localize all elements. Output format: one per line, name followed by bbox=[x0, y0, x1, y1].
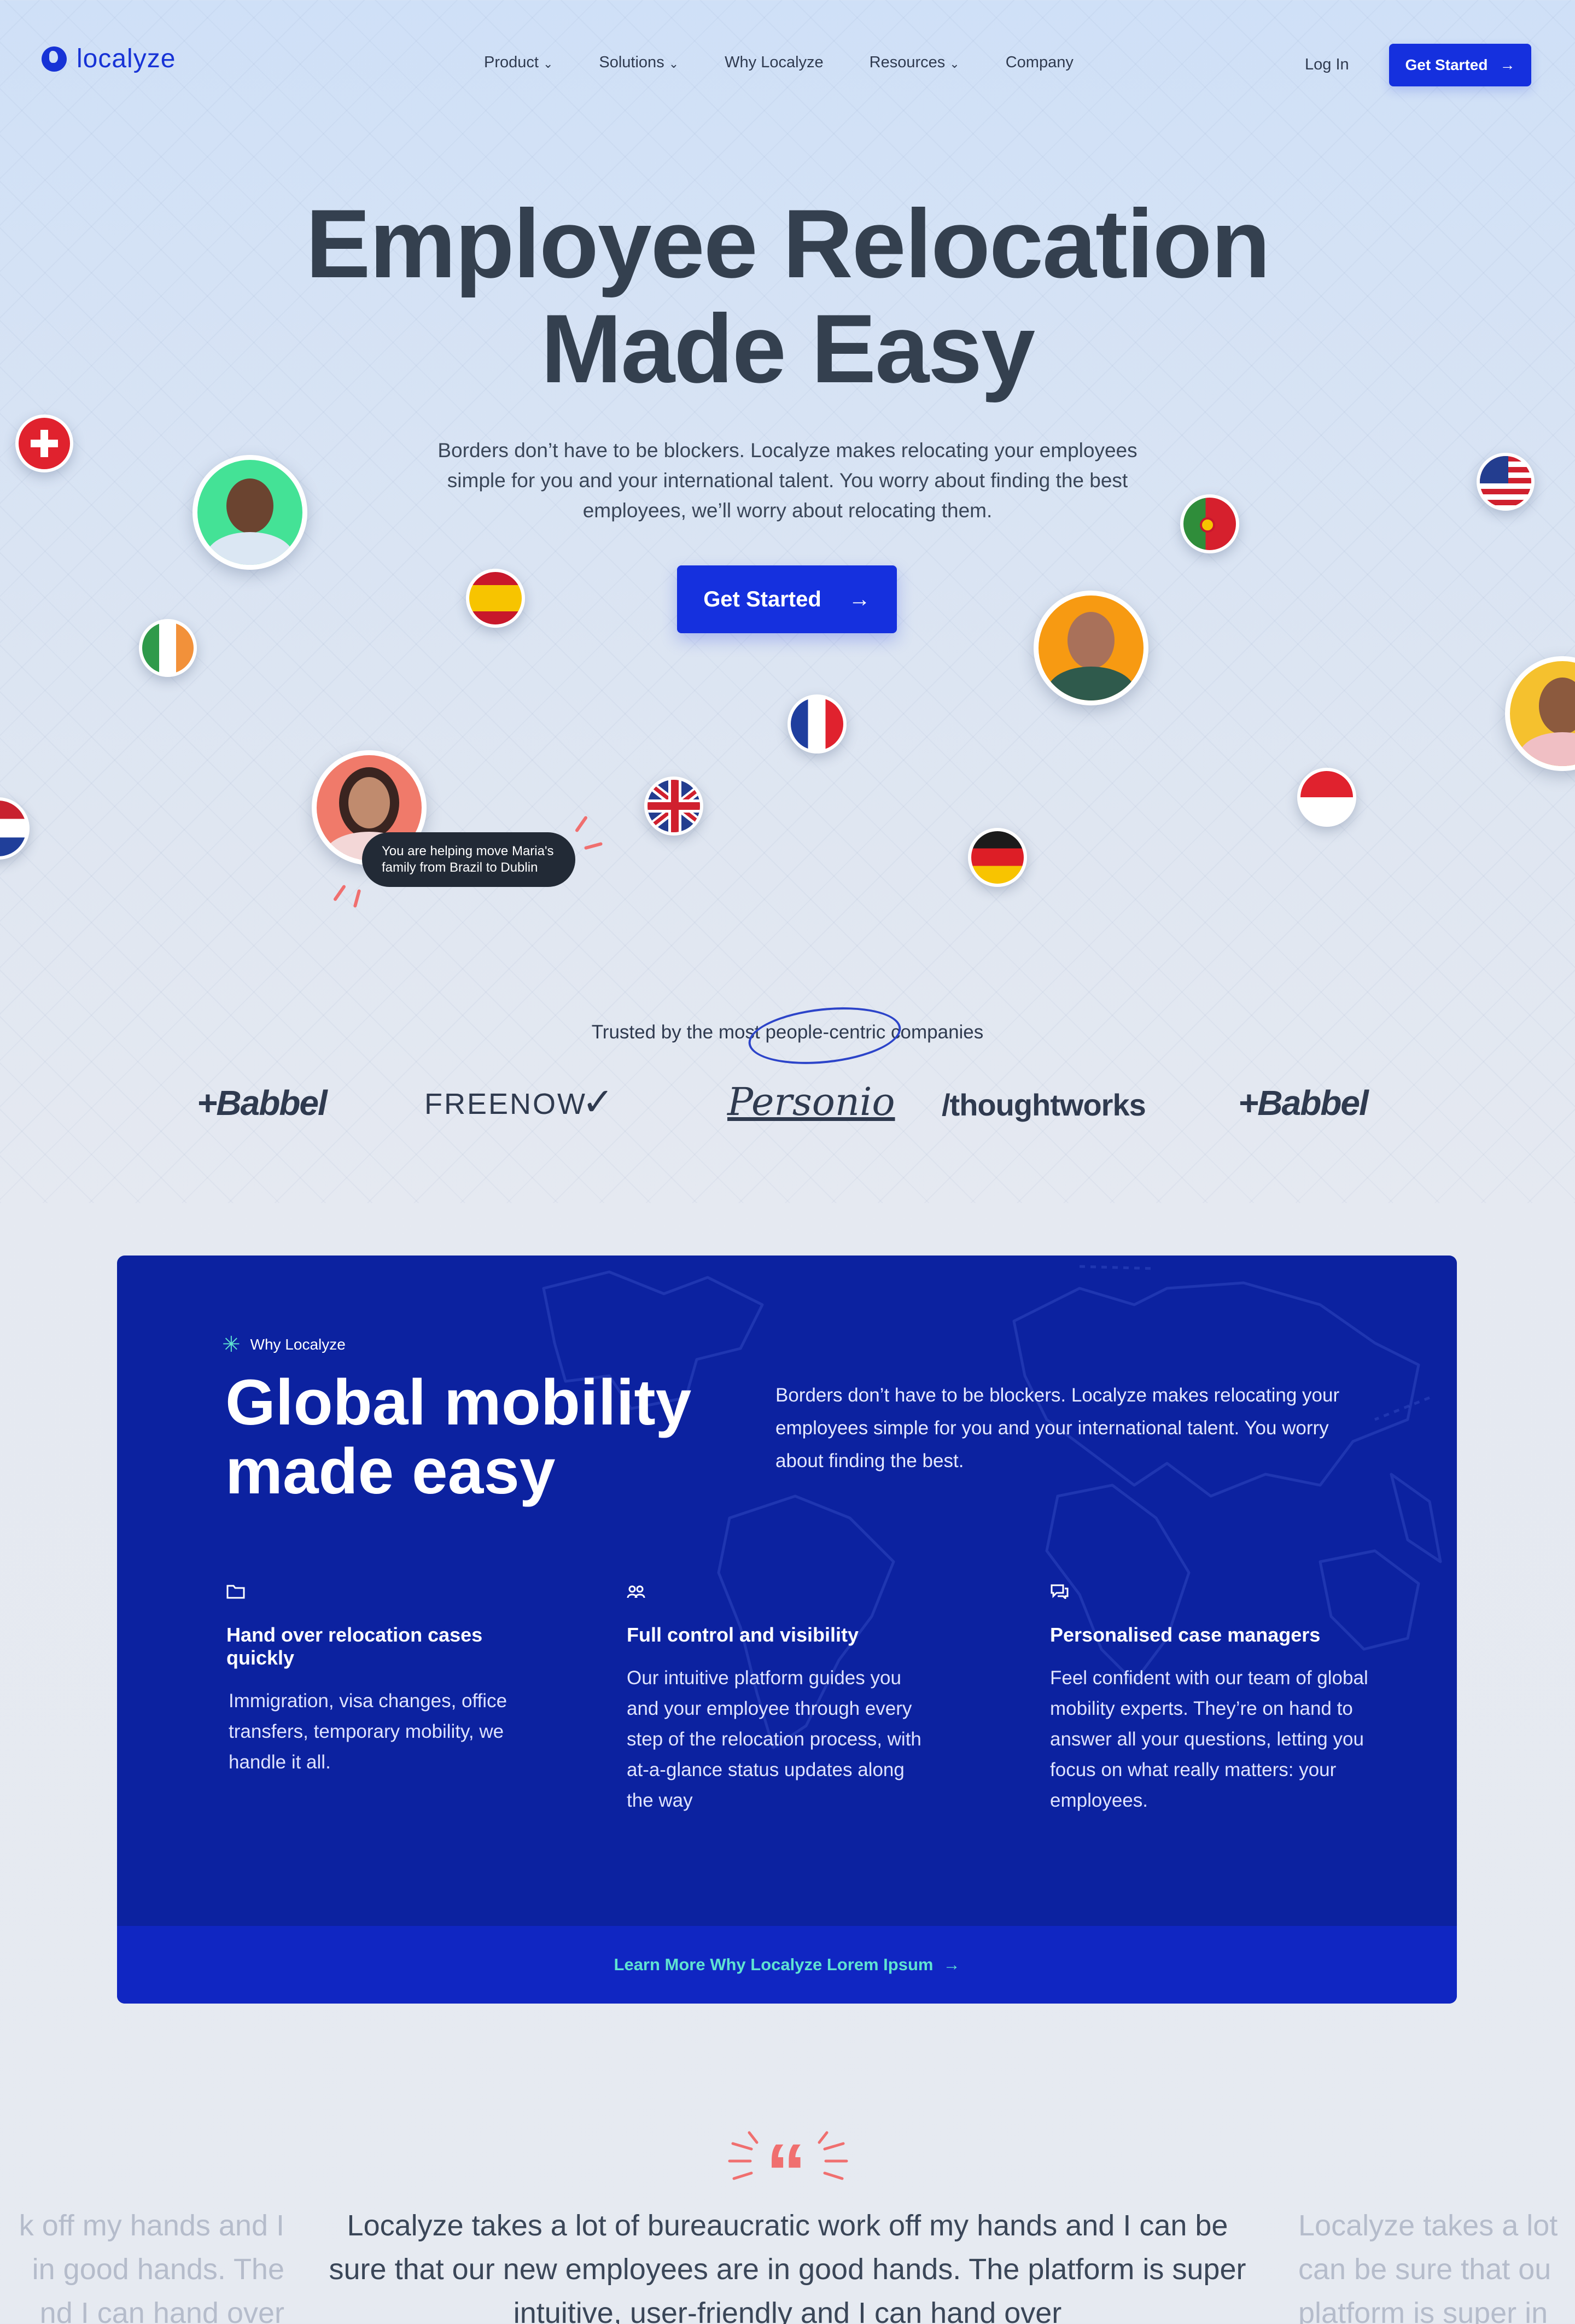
get-started-nav-button[interactable]: Get Started → bbox=[1389, 44, 1531, 86]
avatar-woman-yellow bbox=[1505, 656, 1575, 771]
flag-france-icon bbox=[788, 694, 847, 754]
hero-title-line-2: Made Easy bbox=[540, 294, 1035, 403]
freenow-check-icon: ✓ bbox=[582, 1081, 614, 1123]
trusted-prefix: Trusted by the most bbox=[591, 1021, 760, 1043]
tooltip-line-2: family from Brazil to Dublin bbox=[382, 860, 538, 875]
logo-text: localyze bbox=[77, 44, 176, 73]
feature-control: Full control and visibility Our intuitiv… bbox=[627, 1584, 933, 1816]
button-label: Get Started bbox=[703, 587, 821, 611]
feature-title: Hand over relocation cases quickly bbox=[226, 1624, 483, 1669]
why-title-line-1: Global mobility bbox=[225, 1367, 692, 1439]
relocation-tooltip: You are helping move Maria's family from… bbox=[362, 832, 575, 887]
feature-text: Feel confident with our team of global m… bbox=[1050, 1667, 1368, 1811]
testimonial-quote: Localyze takes a lot of bureaucratic wor… bbox=[329, 2209, 1246, 2324]
feature-case-managers: Personalised case managers Feel confiden… bbox=[1050, 1584, 1389, 1816]
arrow-right-icon: → bbox=[848, 587, 871, 611]
nav-item-resources[interactable]: Resources ⌄ bbox=[870, 54, 960, 72]
nav-item-label: Company bbox=[1005, 54, 1074, 71]
avatar-man-orange bbox=[1034, 591, 1148, 705]
team-icon bbox=[627, 1585, 645, 1598]
arrow-right-icon: → bbox=[1500, 56, 1515, 73]
spark-decoration bbox=[332, 884, 347, 902]
why-localyze-card: ✳ Why Localyze Global mobility made easy… bbox=[117, 1256, 1457, 2004]
flag-netherlands-icon bbox=[0, 797, 30, 860]
feature-text: Immigration, visa changes, office transf… bbox=[229, 1690, 508, 1773]
hero-subtitle: Borders don’t have to be blockers. Local… bbox=[438, 439, 1138, 522]
logo[interactable]: localyze bbox=[42, 44, 176, 74]
nav-item-label: Solutions bbox=[599, 54, 664, 71]
spark-decoration bbox=[584, 842, 603, 850]
trusted-suffix: companies bbox=[891, 1021, 984, 1043]
why-localyze-eyebrow: ✳ Why Localyze bbox=[222, 1332, 346, 1357]
feature-handover: Hand over relocation cases quickly Immig… bbox=[226, 1584, 544, 1778]
button-label: Get Started bbox=[1405, 56, 1488, 73]
nav-item-solutions[interactable]: Solutions ⌄ bbox=[599, 54, 679, 72]
flag-switzerland-icon bbox=[15, 414, 73, 472]
flag-uk-icon bbox=[644, 776, 703, 836]
customer-logos: +Babbel FREENOW ✓ Personio /thoughtworks… bbox=[0, 1079, 1575, 1126]
learn-more-label: Learn More Why Localyze Lorem Ipsum bbox=[614, 1955, 934, 1974]
chevron-down-icon: ⌄ bbox=[542, 56, 553, 71]
flag-ireland-icon bbox=[139, 619, 197, 677]
flag-portugal-icon bbox=[1180, 494, 1239, 553]
why-subtitle: Borders don’t have to be blockers. Local… bbox=[775, 1385, 1340, 1472]
login-link[interactable]: Log In bbox=[1305, 56, 1349, 74]
quote-icon: “ bbox=[766, 2127, 807, 2218]
main-menu: Product ⌄ Solutions ⌄ Why Localyze Resourc… bbox=[484, 54, 1119, 72]
arrow-right-icon: → bbox=[943, 1955, 960, 1974]
nav-item-label: Why Localyze bbox=[725, 54, 824, 71]
feature-title: Full control and visibility bbox=[627, 1624, 859, 1646]
flag-spain-icon bbox=[466, 569, 525, 628]
logo-personio: Personio bbox=[727, 1079, 895, 1124]
logo-thoughtworks: /thoughtworks bbox=[942, 1088, 1146, 1122]
flag-usa-icon bbox=[1477, 453, 1535, 511]
chat-icon bbox=[1051, 1584, 1069, 1601]
avatar-man-green bbox=[192, 455, 307, 570]
feature-title: Personalised case managers bbox=[1050, 1624, 1321, 1646]
spark-decoration bbox=[353, 889, 361, 908]
nav-item-label: Resources bbox=[869, 54, 946, 71]
learn-more-link[interactable]: Learn More Why Localyze Lorem Ipsum → bbox=[117, 1926, 1457, 2004]
nav-item-label: Product bbox=[484, 54, 539, 71]
chevron-down-icon: ⌄ bbox=[668, 56, 679, 71]
folder-icon bbox=[226, 1585, 245, 1599]
sparkle-icon: ✳ bbox=[222, 1333, 241, 1357]
why-title: Global mobility made easy bbox=[225, 1368, 761, 1506]
nav-item-why-localyze[interactable]: Why Localyze bbox=[725, 54, 824, 72]
flag-indonesia-icon bbox=[1297, 768, 1356, 827]
nav-item-product[interactable]: Product ⌄ bbox=[484, 54, 553, 72]
top-navigation: localyze Product ⌄ Solutions ⌄ Why Localyz… bbox=[0, 0, 1575, 131]
logo-babbel: +Babbel bbox=[197, 1083, 328, 1123]
logo-freenow: FREENOW bbox=[424, 1088, 587, 1120]
globe-logo-icon bbox=[42, 46, 67, 72]
hero-title: Employee Relocation Made Easy bbox=[0, 191, 1575, 401]
chevron-down-icon: ⌄ bbox=[949, 56, 960, 71]
why-title-line-2: made easy bbox=[225, 1435, 556, 1508]
feature-text: Our intuitive platform guides you and yo… bbox=[627, 1667, 921, 1811]
logo-babbel-2: +Babbel bbox=[1238, 1083, 1369, 1123]
hero-title-line-1: Employee Relocation bbox=[305, 189, 1270, 298]
hand-drawn-circle bbox=[745, 1000, 904, 1071]
tooltip-line-1: You are helping move Maria's bbox=[382, 844, 554, 859]
flag-germany-icon bbox=[968, 828, 1027, 887]
get-started-hero-button[interactable]: Get Started → bbox=[677, 565, 897, 633]
spark-decoration bbox=[574, 815, 588, 833]
nav-item-company[interactable]: Company bbox=[1006, 54, 1074, 72]
eyebrow-label: Why Localyze bbox=[250, 1336, 346, 1353]
testimonial-previous: k off my hands and I in good hands. The … bbox=[19, 2209, 284, 2324]
testimonial-next: Localyze takes a lot can be sure that ou… bbox=[1298, 2209, 1558, 2324]
